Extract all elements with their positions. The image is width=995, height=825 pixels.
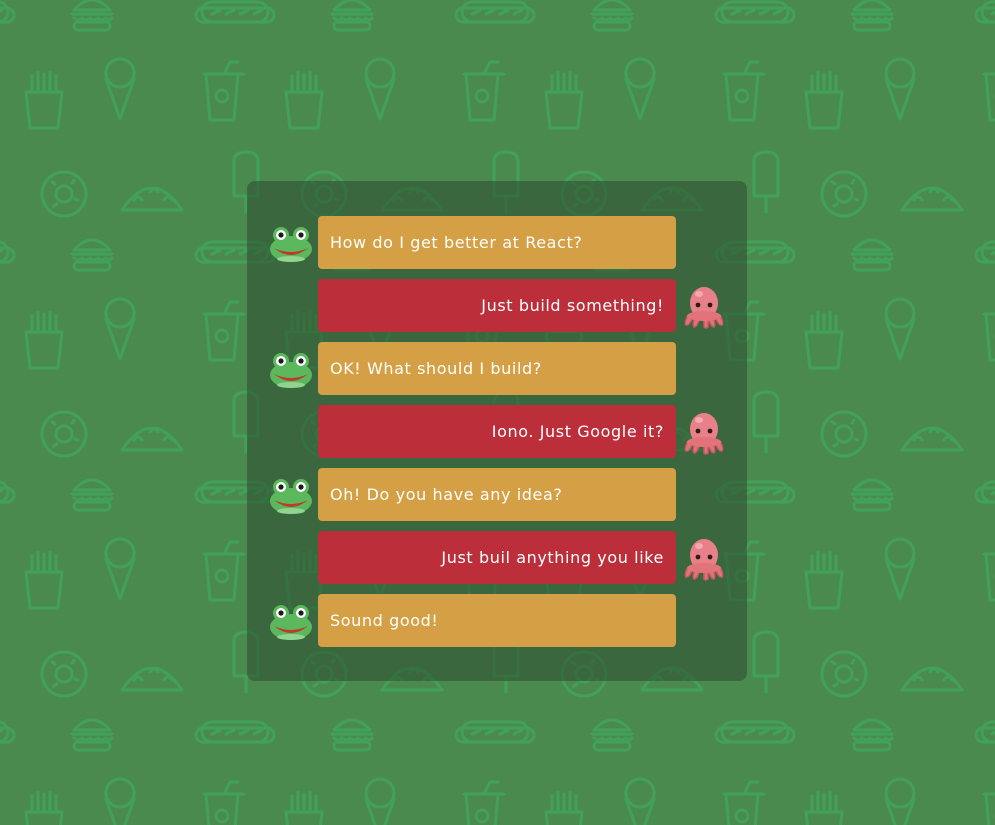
chat-message-frog: Oh! Do you have any idea? — [247, 468, 747, 521]
message-bubble: Oh! Do you have any idea? — [318, 468, 676, 521]
message-bubble: Just buil anything you like — [318, 531, 676, 584]
chat-window: How do I get better at React? Just build… — [247, 181, 747, 681]
message-bubble: Iono. Just Google it? — [318, 405, 676, 458]
octopus-icon — [681, 535, 727, 581]
octopus-icon — [681, 283, 727, 329]
message-bubble: Sound good! — [318, 594, 676, 647]
message-bubble: Just build something! — [318, 279, 676, 332]
chat-message-octopus: Just build something! — [247, 279, 747, 332]
message-bubble: How do I get better at React? — [318, 216, 676, 269]
chat-message-octopus: Iono. Just Google it? — [247, 405, 747, 458]
octopus-icon — [681, 409, 727, 455]
frog-icon — [268, 220, 314, 266]
message-text: How do I get better at React? — [330, 233, 583, 252]
frog-icon — [268, 346, 314, 392]
chat-message-frog: OK! What should I build? — [247, 342, 747, 395]
message-text: Just build something! — [481, 296, 664, 315]
chat-message-octopus: Just buil anything you like — [247, 531, 747, 584]
message-text: Iono. Just Google it? — [491, 422, 664, 441]
message-text: Just buil anything you like — [441, 548, 664, 567]
chat-message-frog: How do I get better at React? — [247, 216, 747, 269]
message-text: Oh! Do you have any idea? — [330, 485, 563, 504]
frog-icon — [268, 598, 314, 644]
message-bubble: OK! What should I build? — [318, 342, 676, 395]
message-text: OK! What should I build? — [330, 359, 542, 378]
chat-message-frog: Sound good! — [247, 594, 747, 647]
frog-icon — [268, 472, 314, 518]
message-text: Sound good! — [330, 611, 439, 630]
